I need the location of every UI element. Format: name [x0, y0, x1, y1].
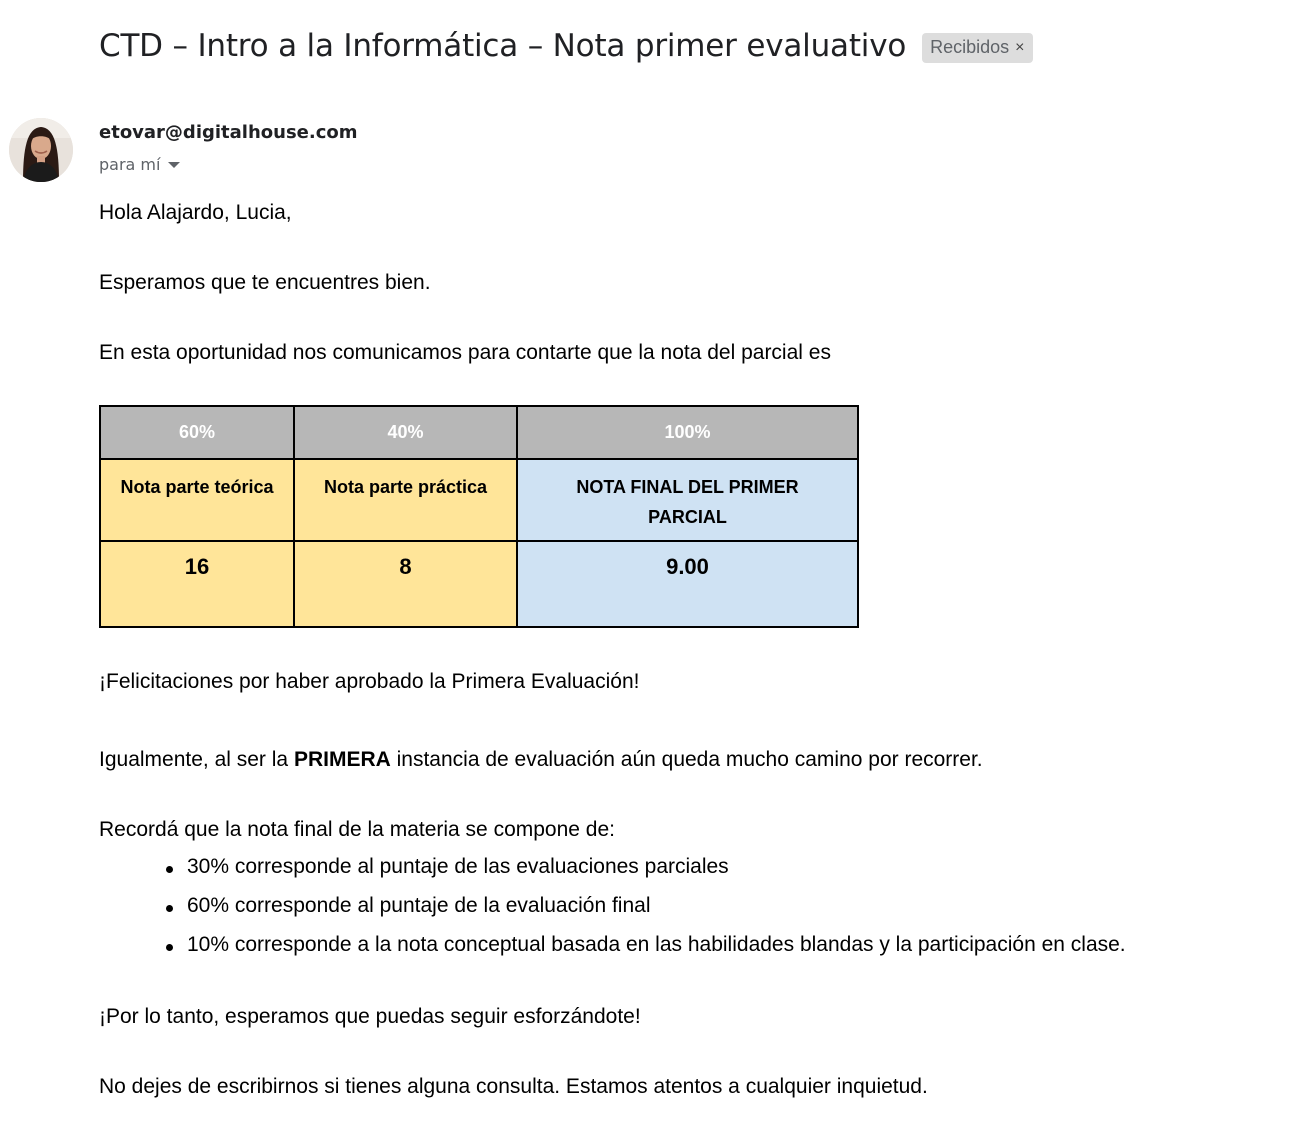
body-line-2: En esta oportunidad nos comunicamos para…: [99, 341, 831, 364]
recipient-details-dropdown-icon[interactable]: [168, 161, 181, 168]
greeting: Hola Alajardo, Lucia,: [99, 201, 292, 224]
header-final: NOTA FINAL DEL PRIMER PARCIAL: [516, 458, 859, 542]
weight-practice: 40%: [293, 405, 518, 460]
email-subject: CTD – Intro a la Informática – Nota prim…: [99, 28, 907, 64]
value-practice: 8: [293, 540, 518, 628]
list-item: 30% corresponde al puntaje de las evalua…: [160, 855, 1126, 894]
weights-row: 60% 40% 100%: [99, 405, 859, 460]
email-subject-row: CTD – Intro a la Informática – Nota prim…: [99, 28, 1033, 64]
body-line-3-emphasis: PRIMERA: [293, 748, 391, 771]
header-theory: Nota parte teórica: [99, 458, 295, 542]
header-practice: Nota parte práctica: [293, 458, 518, 542]
weight-theory: 60%: [99, 405, 295, 460]
avatar-photo: [9, 118, 73, 182]
bullet-icon: [166, 866, 173, 873]
recipient-line: para mí: [99, 155, 181, 174]
grade-composition-list: 30% corresponde al puntaje de las evalua…: [160, 855, 1126, 972]
closing-line: No dejes de escribirnos si tienes alguna…: [99, 1075, 928, 1098]
list-item: 60% corresponde al puntaje de la evaluac…: [160, 894, 1126, 933]
value-final: 9.00: [516, 540, 859, 628]
sender-email: etovar@digitalhouse.com: [99, 122, 358, 143]
sender-avatar[interactable]: [9, 118, 73, 182]
bullet-icon: [166, 944, 173, 951]
list-item-text: 60% corresponde al puntaje de la evaluac…: [187, 894, 651, 917]
recipient-text: para mí: [99, 155, 161, 174]
body-line-1: Esperamos que te encuentres bien.: [99, 271, 431, 294]
values-row: 16 8 9.00: [99, 540, 859, 628]
weight-final: 100%: [516, 405, 859, 460]
bullet-icon: [166, 905, 173, 912]
body-line-3-start: Igualmente, al ser la: [99, 748, 294, 771]
list-item: 10% corresponde a la nota conceptual bas…: [160, 933, 1126, 972]
label-chip-inbox[interactable]: Recibidos ×: [922, 33, 1033, 63]
grades-table: 60% 40% 100% Nota parte teórica Nota par…: [99, 405, 859, 628]
reminder-line: Recordá que la nota final de la materia …: [99, 818, 615, 841]
body-line-3: Igualmente, al ser la PRIMERA instancia …: [99, 748, 983, 772]
congrats-line: ¡Felicitaciones por haber aprobado la Pr…: [99, 670, 640, 693]
list-item-text: 10% corresponde a la nota conceptual bas…: [187, 933, 1126, 956]
label-chip-text: Recibidos: [930, 37, 1010, 57]
headers-row: Nota parte teórica Nota parte práctica N…: [99, 458, 859, 542]
value-theory: 16: [99, 540, 295, 628]
encourage-line: ¡Por lo tanto, esperamos que puedas segu…: [99, 1005, 641, 1028]
body-line-3-end: instancia de evaluación aún queda mucho …: [390, 748, 983, 771]
list-item-text: 30% corresponde al puntaje de las evalua…: [187, 855, 729, 878]
remove-label-icon[interactable]: ×: [1015, 39, 1024, 57]
